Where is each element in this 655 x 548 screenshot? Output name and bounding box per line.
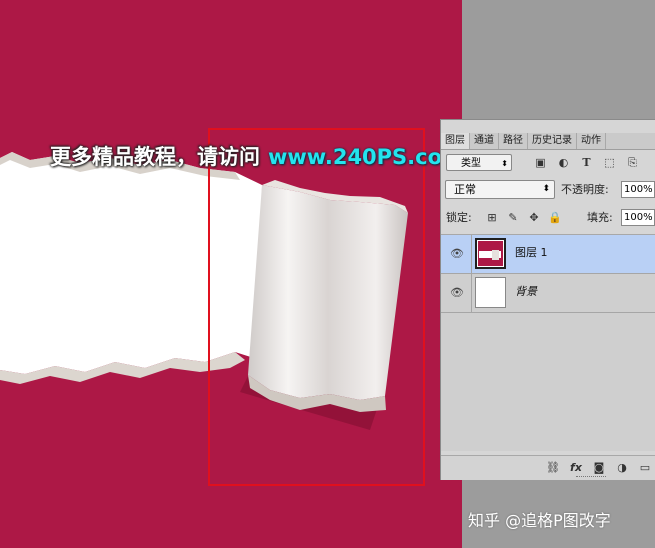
lock-label: 锁定:: [446, 211, 472, 224]
layer-list: 👁 图层 1 👁 背景: [441, 234, 655, 451]
divider: [471, 274, 472, 312]
lock-icons: ⊞ ✎ ✥ 🔒: [485, 210, 562, 225]
layers-panel: 图层 通道 路径 历史记录 动作 类型 ⬍ ▣ ◐ T ⬚ ⎘ 正常 ⬍ 不透明…: [440, 119, 655, 480]
layer-row-layer1[interactable]: 👁 图层 1: [441, 235, 655, 274]
watermark: 知乎 @追格P图改字: [468, 511, 611, 530]
link-icon[interactable]: ⛓: [546, 460, 560, 475]
lock-transparency-icon[interactable]: ⊞: [485, 210, 499, 225]
lock-row: 锁定: ⊞ ✎ ✥ 🔒 填充: 100%: [441, 207, 655, 231]
layer-row-background[interactable]: 👁 背景: [441, 274, 655, 313]
resize-grip[interactable]: [576, 476, 606, 480]
chevron-updown-icon: ⬍: [542, 184, 550, 194]
layer-thumbnail-image: [479, 250, 501, 260]
smart-object-filter-icon[interactable]: ⎘: [625, 155, 640, 170]
lock-brush-icon[interactable]: ✎: [506, 210, 520, 225]
tab-paths[interactable]: 路径: [499, 133, 528, 149]
tab-actions[interactable]: 动作: [577, 133, 606, 149]
tab-history[interactable]: 历史记录: [528, 133, 577, 149]
layer-name: 背景: [515, 285, 537, 298]
filter-row: 类型 ⬍ ▣ ◐ T ⬚ ⎘: [441, 151, 655, 175]
banner-url: www.240PS.com: [268, 145, 464, 169]
panel-tabs: 图层 通道 路径 历史记录 动作: [441, 133, 655, 150]
layer-name: 图层 1: [515, 246, 548, 259]
opacity-field[interactable]: 100%: [621, 181, 655, 198]
layer-thumbnail: [475, 238, 506, 269]
image-filter-icon[interactable]: ▣: [533, 155, 548, 170]
blend-row: 正常 ⬍ 不透明度: 100%: [441, 178, 655, 202]
shape-filter-icon[interactable]: ⬚: [602, 155, 617, 170]
chevron-updown-icon: ⬍: [501, 159, 508, 168]
opacity-label: 不透明度:: [561, 183, 609, 196]
tab-layers[interactable]: 图层: [441, 133, 470, 149]
mask-icon[interactable]: ◙: [592, 460, 606, 475]
blend-mode-value: 正常: [454, 183, 476, 196]
lock-all-icon[interactable]: 🔒: [548, 210, 562, 225]
fill-field[interactable]: 100%: [621, 209, 655, 226]
fx-icon[interactable]: fx: [569, 460, 583, 475]
bottom-icons: ⛓ fx ◙ ◑ ▭: [546, 460, 652, 475]
banner-text: 更多精品教程，请访问: [50, 145, 260, 169]
divider: [471, 235, 472, 273]
lock-position-icon[interactable]: ✥: [527, 210, 541, 225]
layer-thumbnail: [475, 277, 506, 308]
selection-rectangle: [208, 128, 425, 486]
eye-icon[interactable]: 👁: [449, 285, 465, 301]
adjustment-filter-icon[interactable]: ◐: [556, 155, 571, 170]
fill-label: 填充:: [587, 211, 613, 224]
kind-filter-label: 类型: [461, 158, 481, 169]
tutorial-banner: 更多精品教程，请访问 www.240PS.com: [50, 141, 464, 171]
tab-channels[interactable]: 通道: [470, 133, 499, 149]
eye-icon[interactable]: 👁: [449, 246, 465, 262]
adjustment-layer-icon[interactable]: ◑: [615, 460, 629, 475]
kind-filter-select[interactable]: 类型 ⬍: [446, 154, 512, 171]
panel-bottom-bar: ⛓ fx ◙ ◑ ▭: [441, 455, 655, 480]
folder-icon[interactable]: ▭: [638, 460, 652, 475]
type-filter-icon[interactable]: T: [579, 155, 594, 170]
blend-mode-select[interactable]: 正常 ⬍: [445, 180, 555, 199]
filter-icons: ▣ ◐ T ⬚ ⎘: [533, 155, 640, 170]
